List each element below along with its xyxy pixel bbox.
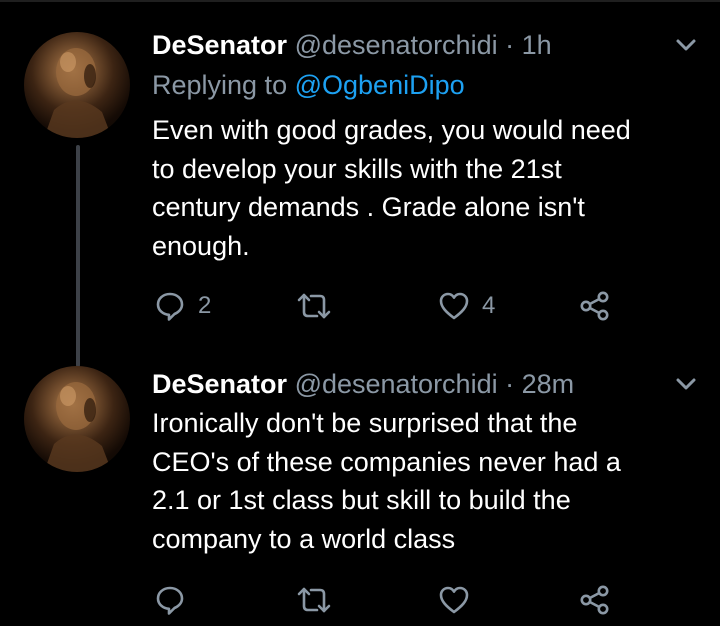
user-handle[interactable]: @desenatorchidi — [295, 30, 498, 60]
tweet[interactable]: DeSenator @desenatorchidi · 1h Replying … — [0, 0, 720, 367]
like-button[interactable]: 4 — [438, 286, 495, 326]
reply-icon — [156, 586, 184, 615]
replying-to-label: Replying to — [152, 70, 288, 100]
tweet-text-line: to develop your skills with the 21st — [152, 153, 562, 184]
tweet-header: DeSenator @desenatorchidi · 1h — [152, 28, 552, 62]
share-button[interactable] — [579, 580, 611, 620]
retweet-icon — [297, 293, 331, 319]
reply-count: 2 — [198, 292, 212, 319]
retweet-button[interactable] — [295, 286, 345, 326]
avatar[interactable] — [24, 366, 130, 472]
user-handle[interactable]: @desenatorchidi — [295, 369, 498, 399]
chevron-down-icon[interactable] — [675, 38, 697, 52]
like-count: 4 — [482, 292, 496, 319]
tweet-text-line: Even with good grades, you would need — [152, 115, 631, 145]
replying-to: Replying to @OgbeniDipo — [152, 68, 465, 102]
reply-button[interactable]: 2 — [154, 286, 211, 326]
tweet-text-line: Ironically don't be surprised that the — [152, 408, 578, 438]
avatar-portrait — [44, 48, 112, 138]
separator-dot: · — [505, 30, 515, 60]
heart-icon — [439, 292, 469, 320]
thread-line — [76, 145, 80, 367]
share-icon — [580, 291, 609, 321]
like-button[interactable] — [438, 580, 482, 620]
retweet-button[interactable] — [295, 580, 345, 620]
avatar-portrait — [44, 382, 112, 472]
reply-button[interactable] — [154, 580, 198, 620]
share-button[interactable] — [579, 286, 611, 326]
tweet-text: Ironically don't be surprised that the C… — [152, 404, 692, 558]
display-name[interactable]: DeSenator — [152, 30, 287, 60]
tweet-header: DeSenator @desenatorchidi · 28m — [152, 367, 574, 401]
replying-to-mention[interactable]: @OgbeniDipo — [295, 70, 465, 100]
share-icon — [580, 585, 609, 615]
tweet-text-line: 2.1 or 1st class but skill to build the — [152, 485, 571, 515]
tweet-text: Even with good grades, you would need to… — [152, 111, 692, 265]
heart-icon — [439, 586, 469, 614]
tweet-text-line: century demands . Grade alone isn't — [152, 192, 585, 222]
avatar[interactable] — [24, 32, 130, 138]
retweet-icon — [297, 587, 331, 613]
display-name[interactable]: DeSenator — [152, 369, 287, 399]
separator-dot: · — [505, 369, 515, 399]
chevron-down-icon[interactable] — [675, 377, 697, 391]
tweet-text-line: enough. — [152, 230, 250, 261]
tweet-text-line: company to a world class — [152, 523, 456, 554]
tweet-time[interactable]: 28m — [522, 369, 575, 399]
reply-icon — [156, 292, 184, 321]
tweet-text-line: CEO's of these companies never had a — [152, 446, 621, 477]
tweet-time[interactable]: 1h — [522, 30, 552, 60]
